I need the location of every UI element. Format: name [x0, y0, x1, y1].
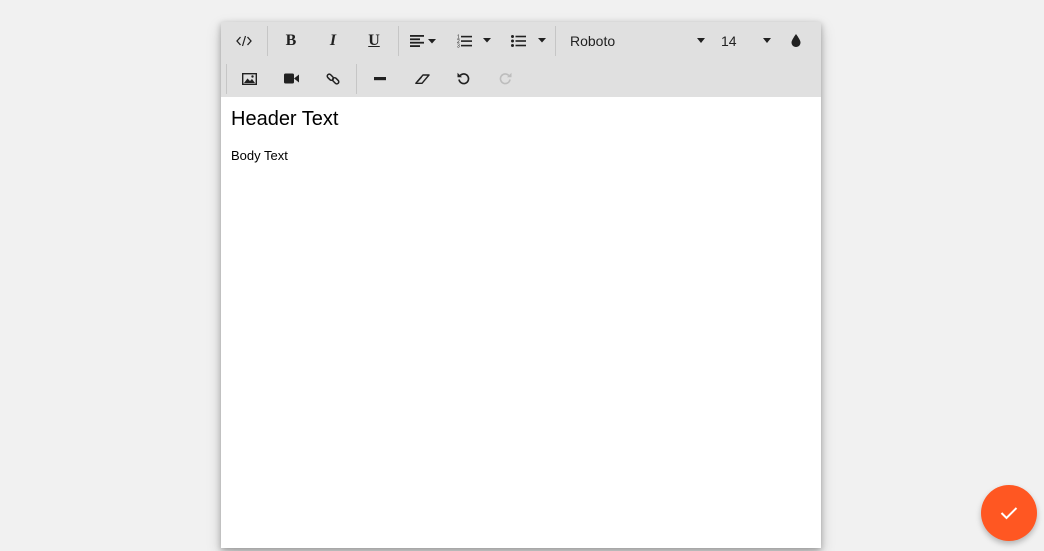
toolbar-separator [226, 64, 227, 94]
undo-button[interactable] [449, 60, 477, 97]
clear-format-button[interactable] [408, 60, 436, 97]
toolbar-separator [267, 26, 268, 56]
font-family-value: Roboto [570, 32, 616, 49]
code-view-button[interactable] [229, 22, 259, 59]
confirm-fab-button[interactable] [981, 485, 1037, 541]
font-color-icon [791, 34, 801, 47]
clear-format-icon [414, 73, 430, 84]
insert-link-button[interactable] [319, 60, 347, 97]
font-size-select[interactable]: 14 [721, 22, 771, 59]
editor-content-area[interactable]: Header Text Body Text [221, 97, 821, 548]
align-dropdown-button[interactable] [407, 22, 439, 59]
link-icon [326, 72, 340, 85]
unordered-list-dropdown[interactable] [534, 22, 550, 59]
horizontal-rule-button[interactable] [366, 60, 394, 97]
redo-icon [499, 72, 511, 85]
undo-icon [457, 72, 469, 85]
bold-icon: B [285, 31, 297, 49]
chevron-down-icon [697, 38, 705, 43]
font-color-button[interactable] [786, 22, 806, 59]
body-text: Body Text [231, 148, 288, 163]
font-size-value: 14 [721, 32, 737, 49]
underline-icon: U [368, 31, 380, 49]
ordered-list-button[interactable]: 1 2 3 [456, 22, 472, 59]
ordered-list-dropdown[interactable] [479, 22, 495, 59]
svg-text:3: 3 [457, 43, 460, 48]
align-left-icon [410, 34, 436, 47]
toolbar-separator [555, 26, 556, 56]
chevron-down-icon [483, 38, 491, 43]
toolbar-separator [356, 64, 357, 94]
unordered-list-icon [510, 34, 526, 47]
chevron-down-icon [538, 38, 546, 43]
underline-button[interactable]: U [359, 22, 389, 59]
italic-icon: I [329, 31, 337, 49]
toolbar-separator [398, 26, 399, 56]
horizontal-rule-icon [374, 76, 386, 80]
insert-image-button[interactable] [235, 60, 263, 97]
toolbar-row-2 [221, 60, 821, 97]
bold-button[interactable]: B [276, 22, 306, 59]
insert-video-button[interactable] [277, 60, 305, 97]
ordered-list-icon: 1 2 3 [457, 34, 472, 48]
toolbar-row-1: B I U 1 2 3 Roboto 14 [221, 22, 821, 59]
font-family-select[interactable]: Roboto [570, 22, 705, 59]
header-text: Header Text [231, 108, 339, 130]
rich-text-editor: B I U 1 2 3 Roboto 14 Header Text Body T… [221, 22, 821, 548]
unordered-list-button[interactable] [510, 22, 526, 59]
check-icon [1000, 507, 1018, 520]
video-icon [283, 73, 299, 84]
redo-button[interactable] [491, 60, 519, 97]
editor-toolbar: B I U 1 2 3 Roboto 14 [221, 22, 821, 97]
italic-button[interactable]: I [318, 22, 348, 59]
code-view-icon [236, 35, 252, 46]
chevron-down-icon [763, 38, 771, 43]
image-icon [241, 72, 257, 85]
